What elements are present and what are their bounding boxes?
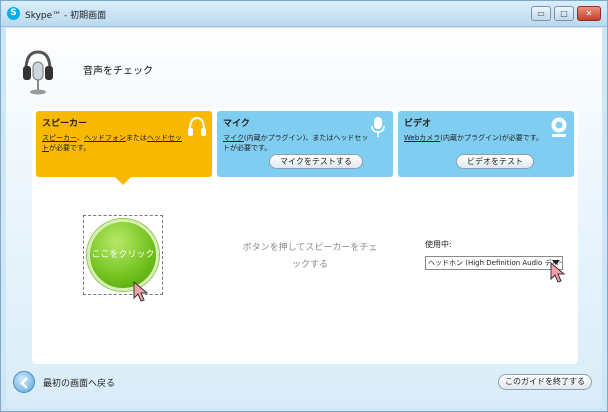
test-mic-button[interactable]: マイクをテストする (269, 154, 363, 169)
webcam-link[interactable]: Webカメラ (404, 134, 440, 142)
video-card-title: ビデオ (404, 119, 432, 129)
selected-device: ヘッドホン (High Definition Audio デバイス) (428, 259, 563, 267)
headphone-link[interactable]: ヘッドフォン (84, 134, 126, 142)
mic-link[interactable]: マイク (223, 134, 244, 142)
maximize-button[interactable]: □ (554, 6, 574, 21)
mic-requirement-text: (内蔵かプラグイン)、またはヘッドセットが必要です。 (223, 134, 369, 152)
mic-card-title: マイク (223, 119, 250, 129)
speaker-card[interactable]: スピーカー スピーカー、ヘッドフォンまたはヘッドセットが必要です。 (36, 111, 212, 177)
minimize-button[interactable]: ▭ (531, 6, 551, 21)
separator-text: 、 (76, 134, 84, 142)
requirement-text: が必要です。 (49, 144, 91, 152)
headset-microphone-icon (23, 50, 53, 95)
mouse-cursor-icon (550, 262, 566, 283)
back-button[interactable] (13, 371, 35, 393)
title-bar: S Skype™ - 初期画面 ▭ □ ✕ (1, 1, 607, 27)
speaker-card-description: スピーカー、ヘッドフォンまたはヘッドセットが必要です。 (42, 133, 206, 153)
close-button[interactable]: ✕ (577, 6, 601, 21)
speaker-card-title: スピーカー (42, 119, 88, 129)
back-label[interactable]: 最初の画面へ戻る (43, 376, 115, 389)
footer-bar: 最初の画面へ戻る このガイドを終了する (6, 366, 602, 408)
speaker-link[interactable]: スピーカー (42, 134, 77, 142)
page-title: 音声をチェック (83, 66, 153, 77)
check-panel: スピーカー スピーカー、ヘッドフォンまたはヘッドセットが必要です。 マイク マイ… (32, 108, 578, 364)
skype-logo-icon: S (7, 7, 20, 20)
mic-card[interactable]: マイク マイク(内蔵かプラグイン)、またはヘッドセットが必要です。 マイクをテス… (217, 111, 393, 177)
exit-guide-button[interactable]: このガイドを終了する (498, 374, 592, 390)
window-title: Skype™ - 初期画面 (25, 11, 107, 21)
mouse-cursor-icon (133, 281, 149, 302)
video-requirement-text: (内蔵かプラグイン)が必要です。 (440, 134, 544, 142)
instruction-text: ボタンを押してスピーカーをチェックする (242, 243, 378, 270)
wizard-content: 音声をチェック スピーカー スピーカー、ヘッドフォンまたはヘッドセットが必要です… (6, 28, 602, 408)
skype-window: S Skype™ - 初期画面 ▭ □ ✕ 音声をチェック スピーカー スピーカ… (0, 0, 608, 412)
selected-card-pointer (115, 177, 131, 185)
mic-card-description: マイク(内蔵かプラグイン)、またはヘッドセットが必要です。 (223, 133, 387, 153)
speaker-device-select[interactable]: ヘッドホン (High Definition Audio デバイス) (425, 256, 563, 270)
microphone-icon (371, 117, 385, 137)
headphones-icon (188, 116, 206, 136)
back-arrow-icon (20, 377, 28, 389)
webcam-icon (551, 117, 567, 137)
or-text: または (125, 134, 147, 142)
video-card[interactable]: ビデオ Webカメラ(内蔵かプラグイン)が必要です。 ビデオをテスト (398, 111, 574, 177)
device-label: 使用中: (425, 240, 452, 249)
video-card-description: Webカメラ(内蔵かプラグイン)が必要です。 (404, 133, 568, 143)
test-video-button[interactable]: ビデオをテスト (456, 154, 534, 169)
